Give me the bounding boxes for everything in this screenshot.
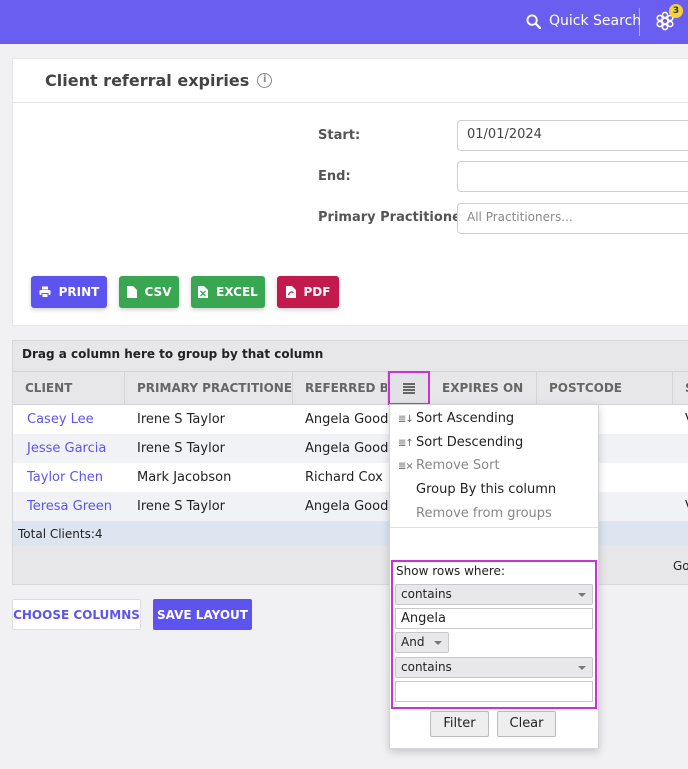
notification-badge[interactable]: 3 [669,4,683,18]
remove-sort-label: Remove Sort [416,458,500,473]
filter-title: Show rows where: [396,564,505,578]
choose-columns-button[interactable]: CHOOSE COLUMNS [12,599,141,630]
menu-divider [390,527,598,528]
chevron-down-icon [578,666,586,670]
extra-cell [671,434,685,463]
extra-cell: V [671,492,688,521]
group-by-label: Group By this column [416,482,557,497]
sort-ascending-item[interactable]: ≣↓ Sort Ascending [390,407,598,431]
filter-operator-1-value: contains [401,587,452,601]
practitioner-cell: Mark Jacobson [137,470,232,485]
column-menu: ≣↓ Sort Ascending ≣↑ Sort Descending ≣× Rem… [389,404,599,749]
remove-sort-icon: ≣× [398,461,414,472]
client-link[interactable]: Casey Lee [13,405,94,434]
filter-panel: Show rows where: contains Angela And con… [391,560,597,709]
referred-by-cell: Richard Cox [305,470,383,485]
column-menu-icon [403,382,415,394]
end-label: End: [318,169,351,184]
column-header-primary-practitioner[interactable]: PRIMARY PRACTITIONER [125,372,293,404]
excel-button[interactable]: EXCEL [191,276,265,308]
group-by-item[interactable]: Group By this column [390,478,598,502]
report-card: Client referral expiries i Start: 01/01/… [12,58,688,326]
excel-file-icon [198,286,209,298]
extra-cell: V [671,405,688,434]
pdf-file-icon [285,286,296,298]
csv-button[interactable]: CSV [119,276,179,308]
client-link[interactable]: Taylor Chen [13,463,103,492]
remove-groups-label: Remove from groups [416,506,552,521]
csv-label: CSV [144,285,172,299]
title-divider [13,102,688,103]
extra-cell [671,463,685,492]
topbar-divider [639,8,640,36]
excel-label: EXCEL [216,285,258,299]
save-layout-button[interactable]: SAVE LAYOUT [153,599,252,630]
file-icon [126,286,137,298]
column-header-referred-by[interactable]: REFERRED BY [293,372,388,404]
filter-value-2[interactable] [395,681,593,702]
grid-header: CLIENT PRIMARY PRACTITIONER REFERRED BY … [13,371,688,405]
column-menu-button[interactable] [388,371,430,405]
page-title-text: Client referral expiries [45,71,250,90]
filter-button[interactable]: Filter [430,711,489,737]
printer-icon [39,286,51,298]
filter-value-1[interactable]: Angela [395,608,593,629]
filter-logic-value: And [401,635,425,649]
filter-operator-1[interactable]: contains [395,584,593,605]
sort-ascending-icon: ≣↓ [398,414,414,425]
client-link[interactable]: Jesse Garcia [13,434,106,463]
page-title: Client referral expiries i [45,71,273,90]
start-date-field[interactable]: 01/01/2024 [457,120,688,151]
chevron-down-icon [578,593,586,597]
remove-groups-item: Remove from groups [390,502,598,526]
client-link[interactable]: Teresa Green [13,492,112,521]
referred-by-cell: Angela Good [305,412,389,427]
info-icon[interactable]: i [257,73,273,88]
practitioner-select[interactable]: All Practitioners... [457,203,688,234]
filter-operator-2[interactable]: contains [395,657,593,678]
sort-descending-label: Sort Descending [416,435,524,450]
sort-descending-icon: ≣↑ [398,438,414,449]
column-header-client[interactable]: CLIENT [13,372,125,404]
filter-logic-select[interactable]: And [395,632,449,653]
practitioner-label: Primary Practitioner: [318,210,473,225]
practitioner-cell: Irene S Taylor [137,499,226,514]
quick-search-label: Quick Search [549,13,642,29]
quick-search[interactable]: Quick Search [526,13,641,29]
chevron-down-icon [434,641,442,645]
top-bar: Quick Search 3 [0,0,688,44]
group-drop-zone[interactable]: Drag a column here to group by that colu… [22,347,323,361]
end-date-field[interactable] [457,161,688,192]
referred-by-cell: Angela Good [305,499,389,514]
search-icon [526,13,541,29]
referred-by-cell: Angela Good [305,441,389,456]
pdf-button[interactable]: PDF [277,276,339,308]
print-label: PRINT [58,285,100,299]
sort-descending-item[interactable]: ≣↑ Sort Descending [390,431,598,455]
start-label: Start: [318,128,361,143]
column-header-postcode[interactable]: POSTCODE [537,372,673,404]
pager-go[interactable]: Go [673,559,688,573]
remove-sort-item: ≣× Remove Sort [390,454,598,478]
column-header-s[interactable]: S [673,372,688,404]
practitioner-cell: Irene S Taylor [137,441,226,456]
pdf-label: PDF [303,285,331,299]
sort-ascending-label: Sort Ascending [416,411,515,426]
column-header-expires-on[interactable]: EXPIRES ON [430,372,537,404]
clear-button[interactable]: Clear [497,711,556,737]
print-button[interactable]: PRINT [31,276,107,308]
filter-operator-2-value: contains [401,660,452,674]
practitioner-cell: Irene S Taylor [137,412,226,427]
